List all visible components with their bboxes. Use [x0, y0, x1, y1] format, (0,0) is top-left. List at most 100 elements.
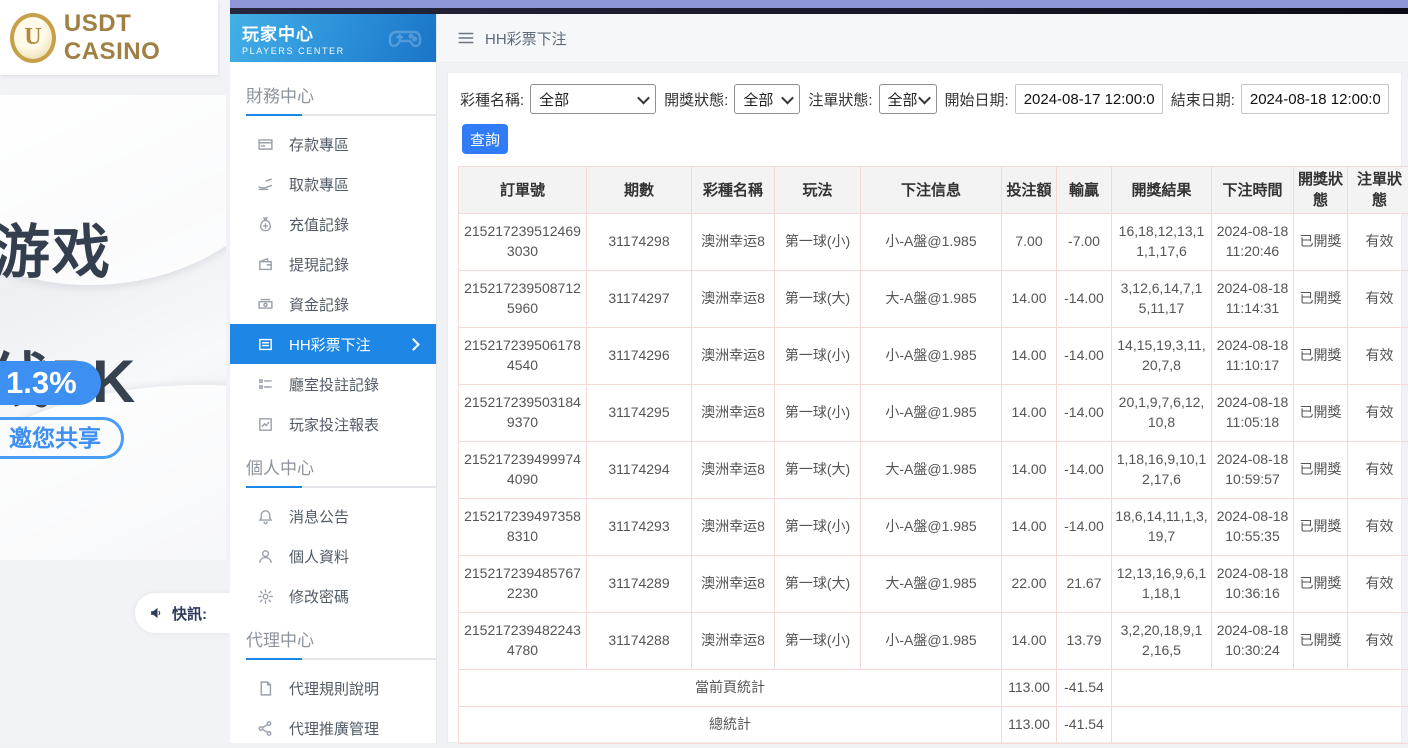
promo-banner: 游戏 线PK 1.3% 邀您共享 — [0, 95, 226, 560]
sidebar-item-廳室投註記錄[interactable]: 廳室投註記錄 — [230, 364, 436, 404]
table-cell: 2024-08-18 11:20:46 — [1212, 214, 1294, 271]
summary-empty — [1112, 707, 1408, 744]
chevron-right-icon — [407, 338, 420, 351]
table-cell: 3,2,20,18,9,12,16,5 — [1112, 613, 1212, 670]
table-header-cell: 投注額 — [1002, 167, 1057, 214]
sidebar-item-修改密碼[interactable]: 修改密碼 — [230, 576, 436, 616]
topbar: HH彩票下注 — [437, 14, 1408, 63]
table-cell: 14.00 — [1002, 442, 1057, 499]
lottery-select[interactable]: 全部 — [530, 84, 656, 114]
lottery-select-value: 全部 — [539, 89, 569, 110]
table-row: 215217239512469303031174298澳洲幸运8第一球(小)小-… — [459, 214, 1408, 271]
table-cell: 12,13,16,9,6,11,18,1 — [1112, 556, 1212, 613]
table-cell: 第一球(小) — [775, 613, 861, 670]
table-cell: 有效 — [1348, 385, 1408, 442]
sidebar-item-個人資料[interactable]: 個人資料 — [230, 536, 436, 576]
table-cell: 第一球(大) — [775, 442, 861, 499]
table-cell: 2152172395124693030 — [459, 214, 587, 271]
sidebar-item-代理規則說明[interactable]: 代理規則說明 — [230, 668, 436, 708]
table-cell: 澳洲幸运8 — [692, 499, 775, 556]
order-status-select[interactable]: 全部 — [879, 84, 937, 114]
table-cell: 有效 — [1348, 271, 1408, 328]
withdraw-hand-icon — [257, 176, 274, 193]
query-button[interactable]: 查詢 — [462, 124, 508, 154]
table-header-cell: 玩法 — [775, 167, 861, 214]
sidebar-item-消息公告[interactable]: 消息公告 — [230, 496, 436, 536]
sidebar-header: 玩家中心 PLAYERS CENTER — [230, 14, 436, 62]
table-cell: 小-A盤@1.985 — [861, 613, 1002, 670]
sidebar-item-label: 修改密碼 — [289, 586, 349, 607]
sidebar-item-取款專區[interactable]: 取款專區 — [230, 164, 436, 204]
table-cell: -14.00 — [1057, 328, 1112, 385]
hamburger-menu-icon[interactable] — [457, 29, 475, 47]
summary-bet-total: 113.00 — [1002, 707, 1057, 744]
table-cell: -14.00 — [1057, 499, 1112, 556]
news-ticker: 快訊: — [135, 593, 230, 633]
table-cell: 31174296 — [587, 328, 692, 385]
table-cell: 已開獎 — [1294, 499, 1348, 556]
table-cell: 澳洲幸运8 — [692, 328, 775, 385]
rate-badge: 1.3% — [0, 361, 101, 405]
summary-bet-total: 113.00 — [1002, 670, 1057, 707]
table-header-cell: 期數 — [587, 167, 692, 214]
table-cell: 第一球(大) — [775, 271, 861, 328]
top-purple-band — [230, 0, 1408, 8]
section-divider — [246, 658, 436, 660]
table-cell: 第一球(小) — [775, 328, 861, 385]
table-cell: 第一球(小) — [775, 499, 861, 556]
sidebar-item-label: 個人資料 — [289, 546, 349, 567]
main-content: HH彩票下注 彩種名稱: 全部 開獎狀態: 全部 注單狀態: 全部 — [437, 14, 1408, 743]
sidebar-item-label: HH彩票下注 — [289, 334, 371, 355]
sidebar-item-存款專區[interactable]: 存款專區 — [230, 124, 436, 164]
table-cell: 1,18,16,9,10,12,17,6 — [1112, 442, 1212, 499]
sidebar-item-玩家投注報表[interactable]: 玩家投注報表 — [230, 404, 436, 444]
sidebar-item-label: 代理推廣管理 — [289, 718, 379, 739]
sidebar-item-label: 資金記錄 — [289, 294, 349, 315]
document-icon — [257, 680, 274, 697]
sidebar-item-提現記錄[interactable]: 提現記錄 — [230, 244, 436, 284]
table-cell: 14.00 — [1002, 271, 1057, 328]
table-cell: 3,12,6,14,7,15,11,17 — [1112, 271, 1212, 328]
table-cell: 14,15,19,3,11,20,7,8 — [1112, 328, 1212, 385]
table-cell: 14.00 — [1002, 328, 1057, 385]
table-cell: 31174288 — [587, 613, 692, 670]
end-date-input[interactable] — [1241, 84, 1389, 114]
table-row: 215217239499974409031174294澳洲幸运8第一球(大)大-… — [459, 442, 1408, 499]
table-cell: 31174298 — [587, 214, 692, 271]
table-cell: 2024-08-18 11:05:18 — [1212, 385, 1294, 442]
table-cell: 有效 — [1348, 499, 1408, 556]
table-cell: 2024-08-18 10:55:35 — [1212, 499, 1294, 556]
start-date-input[interactable] — [1015, 84, 1163, 114]
table-cell: 澳洲幸运8 — [692, 556, 775, 613]
sidebar-item-充值記錄[interactable]: 充值記錄 — [230, 204, 436, 244]
share-icon — [257, 720, 274, 737]
sidebar-menu: 財務中心存款專區取款專區充值記錄提現記錄資金記錄HH彩票下注廳室投註記錄玩家投注… — [230, 62, 436, 748]
table-header-cell: 開獎狀態 — [1294, 167, 1348, 214]
summary-empty — [1112, 670, 1408, 707]
table-row: 215217239508712596031174297澳洲幸运8第一球(大)大-… — [459, 271, 1408, 328]
table-cell: 已開獎 — [1294, 442, 1348, 499]
table-header-cell: 彩種名稱 — [692, 167, 775, 214]
content-card: 彩種名稱: 全部 開獎狀態: 全部 注單狀態: 全部 開始日期: 結束日期: — [447, 72, 1402, 743]
order-status-select-value: 全部 — [888, 89, 918, 110]
table-cell: 31174289 — [587, 556, 692, 613]
table-cell: 2024-08-18 10:30:24 — [1212, 613, 1294, 670]
sidebar-item-HH彩票下注[interactable]: HH彩票下注 — [230, 324, 436, 364]
table-header-cell: 下注信息 — [861, 167, 1002, 214]
table-row: 215217239506178454031174296澳洲幸运8第一球(小)小-… — [459, 328, 1408, 385]
table-cell: 2152172395031849370 — [459, 385, 587, 442]
sidebar-item-label: 消息公告 — [289, 506, 349, 527]
sidebar-item-資金記錄[interactable]: 資金記錄 — [230, 284, 436, 324]
summary-label: 當前頁統計 — [459, 670, 1002, 707]
table-cell: 2152172395087125960 — [459, 271, 587, 328]
table-header-cell: 訂單號 — [459, 167, 587, 214]
draw-status-select[interactable]: 全部 — [734, 84, 800, 114]
table-header-cell: 下注時間 — [1212, 167, 1294, 214]
table-cell: 第一球(小) — [775, 385, 861, 442]
table-cell: 澳洲幸运8 — [692, 613, 775, 670]
table-cell: 有效 — [1348, 442, 1408, 499]
section-divider — [246, 486, 436, 488]
table-cell: 澳洲幸运8 — [692, 214, 775, 271]
wallet-icon — [257, 256, 274, 273]
sidebar-item-代理推廣管理[interactable]: 代理推廣管理 — [230, 708, 436, 748]
